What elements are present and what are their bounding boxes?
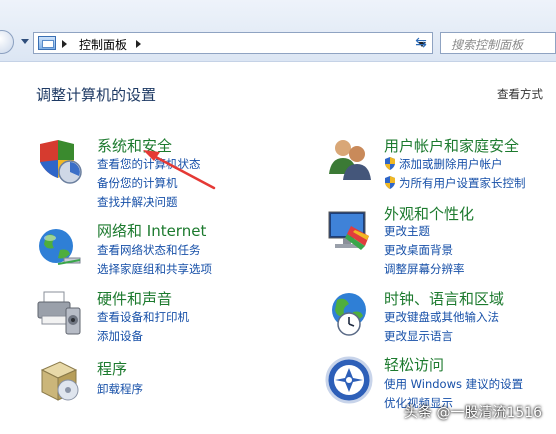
link-view-computer-status[interactable]: 查看您的计算机状态 xyxy=(97,156,201,172)
category-hardware-sound[interactable]: 硬件和声音 xyxy=(97,288,172,309)
link-parental-controls-label: 为所有用户设置家长控制 xyxy=(399,176,526,190)
link-uninstall-program[interactable]: 卸载程序 xyxy=(97,381,143,397)
link-change-display-language[interactable]: 更改显示语言 xyxy=(384,328,453,344)
search-input[interactable]: 搜索控制面板 xyxy=(440,32,556,54)
watermark: 头条 @一股清流1516 xyxy=(404,405,543,421)
link-homegroup-sharing[interactable]: 选择家庭组和共享选项 xyxy=(97,261,212,277)
link-troubleshoot[interactable]: 查找并解决问题 xyxy=(97,194,178,210)
category-programs[interactable]: 程序 xyxy=(97,358,127,379)
link-view-network-status[interactable]: 查看网络状态和任务 xyxy=(97,242,201,258)
uac-shield-icon xyxy=(385,157,395,170)
view-by-label[interactable]: 查看方式 xyxy=(497,86,543,102)
link-parental-controls[interactable]: 为所有用户设置家长控制 xyxy=(384,175,526,191)
programs-installer-icon[interactable] xyxy=(36,356,84,404)
link-backup-computer[interactable]: 备份您的计算机 xyxy=(97,175,178,191)
ease-of-access-icon[interactable] xyxy=(325,356,373,404)
clock-globe-icon[interactable] xyxy=(325,290,373,338)
category-user-accounts[interactable]: 用户帐户和家庭安全 xyxy=(384,135,519,156)
network-globe-icon[interactable] xyxy=(36,224,84,272)
link-screen-resolution[interactable]: 调整屏幕分辨率 xyxy=(384,261,465,277)
appearance-monitor-icon[interactable] xyxy=(325,206,373,254)
link-change-keyboard[interactable]: 更改键盘或其他输入法 xyxy=(384,309,499,325)
link-add-remove-accounts-label: 添加或删除用户帐户 xyxy=(399,157,503,171)
recent-pages-chevron-down-icon[interactable] xyxy=(21,39,29,44)
link-add-remove-accounts[interactable]: 添加或删除用户帐户 xyxy=(384,156,503,172)
refresh-icon[interactable]: ⇆ xyxy=(409,33,433,53)
control-panel-icon xyxy=(38,36,56,50)
link-change-theme[interactable]: 更改主题 xyxy=(384,223,430,239)
link-add-device[interactable]: 添加设备 xyxy=(97,328,143,344)
address-toolbar: 控制面板 ⇆ 搜索控制面板 xyxy=(0,0,556,62)
link-desktop-background[interactable]: 更改桌面背景 xyxy=(384,242,453,258)
breadcrumb-arrow-icon[interactable] xyxy=(136,40,141,48)
printer-icon[interactable] xyxy=(36,290,84,338)
category-appearance[interactable]: 外观和个性化 xyxy=(384,203,474,224)
uac-shield-icon xyxy=(385,176,395,189)
forward-button[interactable] xyxy=(0,30,14,54)
category-system-security[interactable]: 系统和安全 xyxy=(97,135,172,156)
security-shield-icon[interactable] xyxy=(36,138,84,186)
page-title: 调整计算机的设置 xyxy=(36,86,157,104)
category-ease-of-access[interactable]: 轻松访问 xyxy=(384,354,444,375)
breadcrumb-arrow-icon[interactable] xyxy=(62,40,67,48)
users-icon[interactable] xyxy=(325,134,373,182)
link-recommended-settings[interactable]: 使用 Windows 建议的设置 xyxy=(384,376,523,392)
category-clock-language-region[interactable]: 时钟、语言和区域 xyxy=(384,288,504,309)
breadcrumb-control-panel[interactable]: 控制面板 xyxy=(79,36,127,53)
link-devices-printers[interactable]: 查看设备和打印机 xyxy=(97,309,189,325)
address-bar[interactable]: 控制面板 xyxy=(33,32,433,54)
category-network-internet[interactable]: 网络和 Internet xyxy=(97,220,206,241)
